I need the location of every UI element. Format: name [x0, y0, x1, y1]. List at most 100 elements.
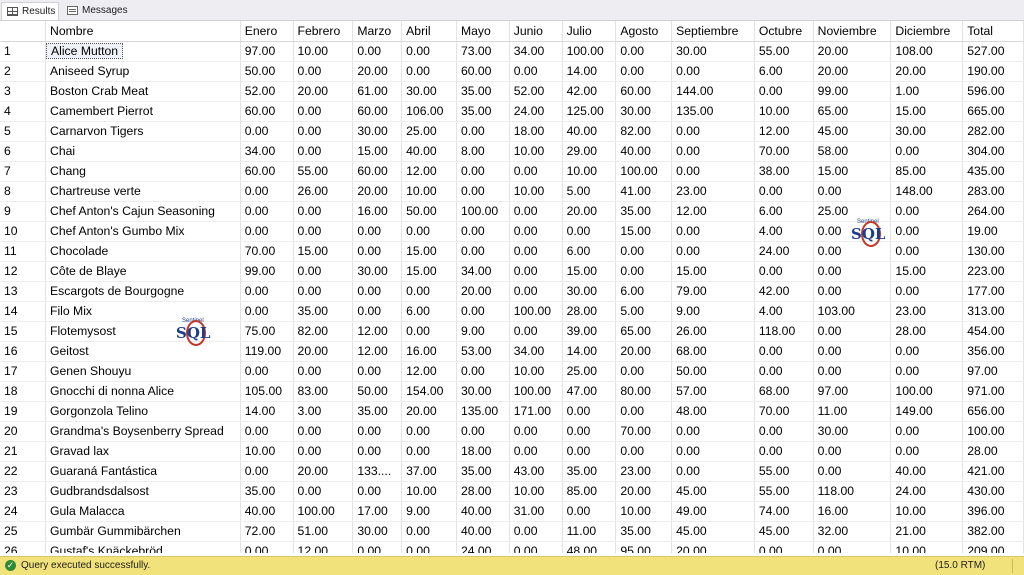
- cell-enero[interactable]: 70.00: [240, 241, 294, 262]
- cell-abril[interactable]: 0.00: [401, 281, 457, 302]
- cell-total[interactable]: 283.00: [962, 181, 1024, 202]
- cell-octubre[interactable]: 38.00: [754, 161, 814, 182]
- cell-julio[interactable]: 5.00: [562, 181, 617, 202]
- cell-total[interactable]: 421.00: [962, 461, 1024, 482]
- cell-junio[interactable]: 43.00: [509, 461, 563, 482]
- cell-septiembre[interactable]: 0.00: [671, 461, 755, 482]
- cell-diciembre[interactable]: 0.00: [890, 441, 964, 462]
- cell-junio[interactable]: 0.00: [509, 521, 563, 542]
- row-number[interactable]: 15: [0, 321, 47, 342]
- cell-enero[interactable]: 0.00: [240, 301, 294, 322]
- row-number[interactable]: 4: [0, 101, 47, 122]
- row-number[interactable]: 11: [0, 241, 47, 262]
- cell-mayo[interactable]: 100.00: [456, 201, 510, 222]
- cell-septiembre[interactable]: 23.00: [671, 181, 755, 202]
- cell-mayo[interactable]: 40.00: [456, 521, 510, 542]
- row-number[interactable]: 19: [0, 401, 47, 422]
- cell-abril[interactable]: 0.00: [401, 521, 457, 542]
- cell-total[interactable]: 97.00: [962, 361, 1024, 382]
- row-number[interactable]: 23: [0, 481, 47, 502]
- cell-total[interactable]: 656.00: [962, 401, 1024, 422]
- cell-diciembre[interactable]: 108.00: [890, 41, 964, 62]
- cell-noviembre[interactable]: 0.00: [813, 361, 892, 382]
- cell-diciembre[interactable]: 28.00: [890, 321, 964, 342]
- cell-mayo[interactable]: 0.00: [456, 221, 510, 242]
- cell-junio[interactable]: 18.00: [509, 121, 563, 142]
- cell-abril[interactable]: 154.00: [401, 381, 457, 402]
- cell-agosto[interactable]: 65.00: [615, 321, 673, 342]
- cell-diciembre[interactable]: 100.00: [890, 381, 964, 402]
- cell-octubre[interactable]: 0.00: [754, 261, 814, 282]
- cell-enero[interactable]: 0.00: [240, 361, 294, 382]
- cell-marzo[interactable]: 0.00: [352, 421, 403, 442]
- cell-nombre[interactable]: Chartreuse verte: [45, 181, 241, 202]
- cell-marzo[interactable]: 30.00: [352, 121, 403, 142]
- cell-septiembre[interactable]: 0.00: [671, 221, 755, 242]
- cell-junio[interactable]: 0.00: [509, 221, 563, 242]
- cell-agosto[interactable]: 15.00: [615, 221, 673, 242]
- table-row[interactable]: 3 Boston Crab Meat 52.00 20.00 61.00 30.00 35.…: [0, 81, 1024, 102]
- cell-julio[interactable]: 15.00: [562, 261, 617, 282]
- table-row[interactable]: 13 Escargots de Bourgogne 0.00 0.00 0.00 0.00…: [0, 281, 1024, 302]
- cell-junio[interactable]: 171.00: [509, 401, 563, 422]
- cell-abril[interactable]: 0.00: [401, 441, 457, 462]
- cell-junio[interactable]: 0.00: [509, 421, 563, 442]
- cell-marzo[interactable]: 16.00: [352, 201, 403, 222]
- cell-agosto[interactable]: 0.00: [615, 441, 673, 462]
- table-row[interactable]: 15 Flotemysost 75.00 82.00 12.00 0.00 9.00 0.00…: [0, 321, 1024, 342]
- cell-mayo[interactable]: 0.00: [456, 121, 510, 142]
- cell-diciembre[interactable]: 0.00: [890, 221, 964, 242]
- cell-enero[interactable]: 52.00: [240, 81, 294, 102]
- cell-julio[interactable]: 47.00: [562, 381, 617, 402]
- column-header-octubre[interactable]: Octubre: [754, 21, 814, 42]
- cell-febrero[interactable]: 35.00: [293, 301, 354, 322]
- cell-septiembre[interactable]: 0.00: [671, 241, 755, 262]
- cell-enero[interactable]: 0.00: [240, 281, 294, 302]
- table-row[interactable]: 18 Gnocchi di nonna Alice 105.00 83.00 50.00…: [0, 381, 1024, 402]
- cell-junio[interactable]: 0.00: [509, 441, 563, 462]
- cell-febrero[interactable]: 0.00: [293, 261, 354, 282]
- row-number[interactable]: 12: [0, 261, 47, 282]
- row-number[interactable]: 21: [0, 441, 47, 462]
- cell-abril[interactable]: 30.00: [401, 81, 457, 102]
- row-number[interactable]: 25: [0, 521, 47, 542]
- cell-julio[interactable]: 35.00: [562, 461, 617, 482]
- cell-diciembre[interactable]: 0.00: [890, 361, 964, 382]
- cell-agosto[interactable]: 0.00: [615, 61, 673, 82]
- cell-octubre[interactable]: 6.00: [754, 201, 814, 222]
- row-number[interactable]: 7: [0, 161, 47, 182]
- cell-agosto[interactable]: 100.00: [615, 161, 673, 182]
- cell-noviembre[interactable]: 20.00: [813, 41, 892, 62]
- cell-octubre[interactable]: 45.00: [754, 521, 814, 542]
- cell-marzo[interactable]: 15.00: [352, 141, 403, 162]
- cell-abril[interactable]: 9.00: [401, 501, 457, 522]
- table-row[interactable]: 25 Gumbär Gummibärchen 72.00 51.00 30.00 0.00…: [0, 521, 1024, 542]
- cell-febrero[interactable]: 12.00: [293, 541, 354, 553]
- column-header-total[interactable]: Total: [962, 21, 1024, 42]
- table-row[interactable]: 9 Chef Anton's Cajun Seasoning 0.00 0.00 16.…: [0, 201, 1024, 222]
- cell-enero[interactable]: 105.00: [240, 381, 294, 402]
- cell-enero[interactable]: 50.00: [240, 61, 294, 82]
- cell-enero[interactable]: 119.00: [240, 341, 294, 362]
- cell-total[interactable]: 313.00: [962, 301, 1024, 322]
- cell-febrero[interactable]: 0.00: [293, 121, 354, 142]
- cell-nombre[interactable]: Gudbrandsdalsost: [45, 481, 241, 502]
- cell-junio[interactable]: 10.00: [509, 361, 563, 382]
- cell-octubre[interactable]: 0.00: [754, 541, 814, 553]
- cell-septiembre[interactable]: 45.00: [671, 481, 755, 502]
- cell-mayo[interactable]: 0.00: [456, 301, 510, 322]
- cell-abril[interactable]: 50.00: [401, 201, 457, 222]
- tab-messages[interactable]: Messages: [62, 2, 128, 20]
- table-row[interactable]: 17 Genen Shouyu 0.00 0.00 0.00 12.00 0.00 10.00…: [0, 361, 1024, 382]
- cell-noviembre[interactable]: 103.00: [813, 301, 892, 322]
- column-header-marzo[interactable]: Marzo: [352, 21, 403, 42]
- table-row[interactable]: 5 Carnarvon Tigers 0.00 0.00 30.00 25.00 0.00 1…: [0, 121, 1024, 142]
- column-header-diciembre[interactable]: Diciembre: [890, 21, 964, 42]
- cell-total[interactable]: 19.00: [962, 221, 1024, 242]
- cell-total[interactable]: 177.00: [962, 281, 1024, 302]
- cell-julio[interactable]: 0.00: [562, 441, 617, 462]
- cell-septiembre[interactable]: 20.00: [671, 541, 755, 553]
- cell-marzo[interactable]: 0.00: [352, 241, 403, 262]
- row-number[interactable]: 13: [0, 281, 47, 302]
- cell-marzo[interactable]: 12.00: [352, 321, 403, 342]
